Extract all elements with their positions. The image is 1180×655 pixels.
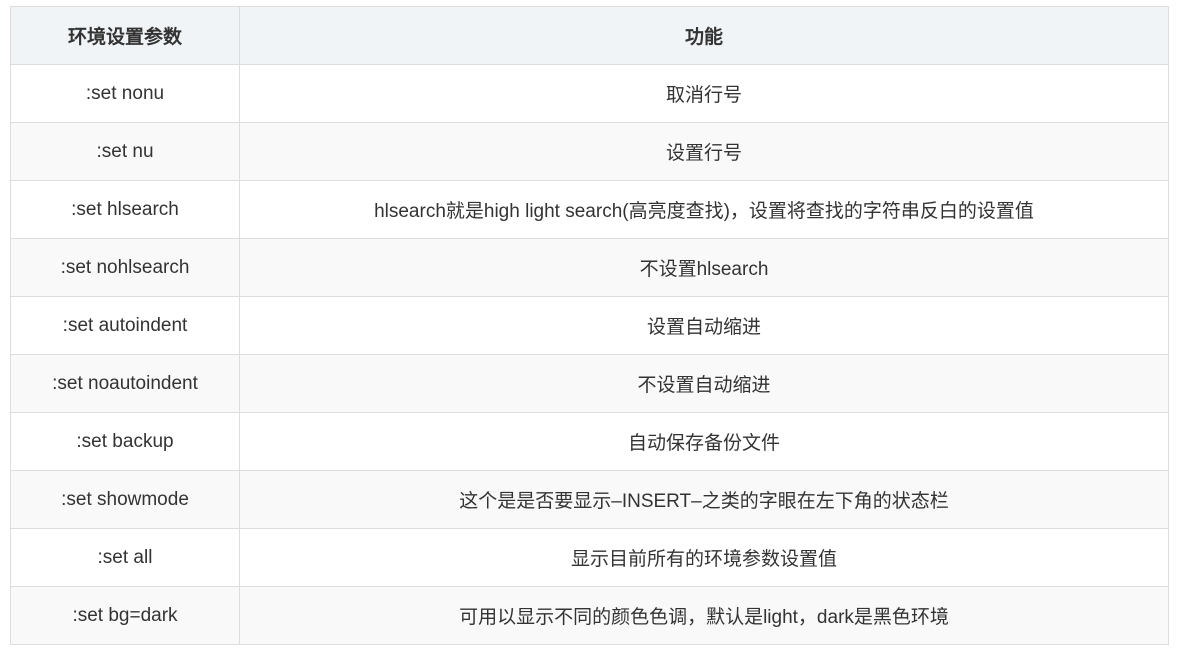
cell-function: 取消行号 — [239, 64, 1169, 123]
table-row: :set nohlsearch 不设置hlsearch — [10, 238, 1169, 297]
table-row: :set autoindent 设置自动缩进 — [10, 296, 1169, 355]
table-header: 环境设置参数 功能 — [10, 6, 1169, 65]
cell-function: 设置自动缩进 — [239, 296, 1169, 355]
cell-function: 不设置自动缩进 — [239, 354, 1169, 413]
header-function: 功能 — [239, 6, 1169, 65]
table-row: :set noautoindent 不设置自动缩进 — [10, 354, 1169, 413]
cell-param: :set backup — [10, 412, 240, 471]
cell-param: :set nu — [10, 122, 240, 181]
cell-param: :set all — [10, 528, 240, 587]
cell-function: 可用以显示不同的颜色色调，默认是light，dark是黑色环境 — [239, 586, 1169, 645]
cell-function: 不设置hlsearch — [239, 238, 1169, 297]
header-param: 环境设置参数 — [10, 6, 240, 65]
table-row: :set all 显示目前所有的环境参数设置值 — [10, 528, 1169, 587]
cell-param: :set nonu — [10, 64, 240, 123]
cell-param: :set bg=dark — [10, 586, 240, 645]
table-row: :set backup 自动保存备份文件 — [10, 412, 1169, 471]
cell-function: 这个是是否要显示–INSERT–之类的字眼在左下角的状态栏 — [239, 470, 1169, 529]
cell-function: 设置行号 — [239, 122, 1169, 181]
table-body: :set nonu 取消行号 :set nu 设置行号 :set hlsearc… — [10, 64, 1169, 645]
table-row: :set hlsearch hlsearch就是high light searc… — [10, 180, 1169, 239]
cell-param: :set hlsearch — [10, 180, 240, 239]
table-row: :set nonu 取消行号 — [10, 64, 1169, 123]
header-row: 环境设置参数 功能 — [10, 6, 1169, 65]
settings-table-container: 环境设置参数 功能 :set nonu 取消行号 :set nu 设置行号 :s… — [10, 6, 1169, 645]
vim-settings-table: 环境设置参数 功能 :set nonu 取消行号 :set nu 设置行号 :s… — [10, 6, 1169, 645]
table-row: :set nu 设置行号 — [10, 122, 1169, 181]
cell-param: :set noautoindent — [10, 354, 240, 413]
cell-param: :set nohlsearch — [10, 238, 240, 297]
cell-function: 显示目前所有的环境参数设置值 — [239, 528, 1169, 587]
table-row: :set showmode 这个是是否要显示–INSERT–之类的字眼在左下角的… — [10, 470, 1169, 529]
cell-function: hlsearch就是high light search(高亮度查找)，设置将查找… — [239, 180, 1169, 239]
cell-param: :set showmode — [10, 470, 240, 529]
cell-param: :set autoindent — [10, 296, 240, 355]
table-row: :set bg=dark 可用以显示不同的颜色色调，默认是light，dark是… — [10, 586, 1169, 645]
cell-function: 自动保存备份文件 — [239, 412, 1169, 471]
